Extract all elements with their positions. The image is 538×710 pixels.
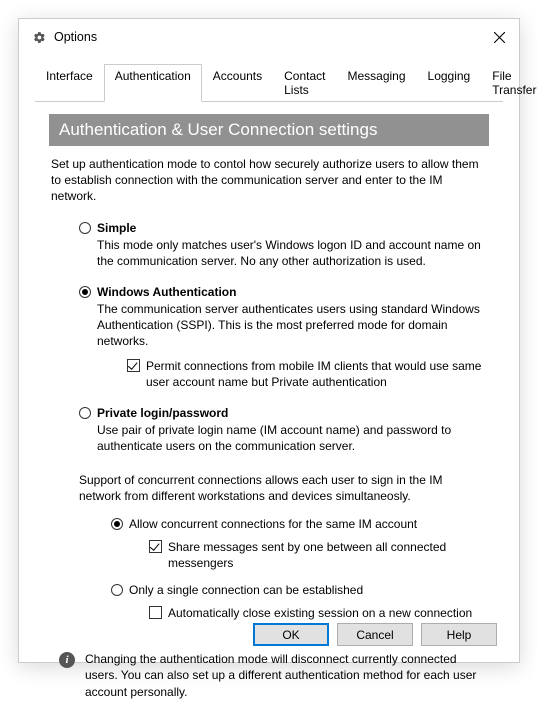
window-title: Options — [54, 30, 489, 44]
checkbox-auto-close-label[interactable]: Automatically close existing session on … — [168, 605, 472, 621]
tab-contact-lists[interactable]: Contact Lists — [273, 64, 336, 102]
radio-private[interactable] — [79, 407, 91, 419]
radio-simple[interactable] — [79, 222, 91, 234]
close-icon — [494, 32, 505, 43]
tab-file-transfer[interactable]: File Transfer — [481, 64, 538, 102]
section-header: Authentication & User Connection setting… — [49, 114, 489, 146]
tab-authentication[interactable]: Authentication — [104, 64, 202, 102]
radio-windows[interactable] — [79, 286, 91, 298]
close-button[interactable] — [489, 27, 509, 47]
info-row: i Changing the authentication mode will … — [59, 651, 487, 700]
tab-logging[interactable]: Logging — [417, 64, 482, 102]
gear-icon — [33, 31, 46, 44]
checkbox-permit-mobile-label[interactable]: Permit connections from mobile IM client… — [146, 358, 489, 390]
checkbox-auto-close[interactable] — [149, 606, 162, 619]
radio-single-connection-label[interactable]: Only a single connection can be establis… — [129, 583, 363, 597]
simple-desc: This mode only matches user's Windows lo… — [97, 237, 489, 269]
tab-messaging[interactable]: Messaging — [336, 64, 416, 102]
radio-single-connection[interactable] — [111, 584, 123, 596]
radio-allow-concurrent[interactable] — [111, 518, 123, 530]
checkbox-share-messages[interactable] — [149, 540, 162, 553]
info-icon: i — [59, 652, 75, 668]
cancel-button[interactable]: Cancel — [337, 623, 413, 646]
options-dialog: Options Interface Authentication Account… — [18, 18, 520, 663]
tab-accounts[interactable]: Accounts — [202, 64, 273, 102]
checkbox-permit-mobile[interactable] — [127, 359, 140, 372]
checkbox-share-messages-label[interactable]: Share messages sent by one between all c… — [168, 539, 489, 571]
titlebar: Options — [19, 19, 519, 57]
ok-button[interactable]: OK — [253, 623, 329, 646]
concurrent-option-allow: Allow concurrent connections for the sam… — [111, 517, 489, 571]
auth-option-private: Private login/password Use pair of priva… — [79, 406, 489, 454]
tab-content: Authentication & User Connection setting… — [19, 102, 519, 710]
auth-option-windows: Windows Authentication The communication… — [79, 285, 489, 390]
radio-allow-concurrent-label[interactable]: Allow concurrent connections for the sam… — [129, 517, 417, 531]
help-button[interactable]: Help — [421, 623, 497, 646]
concurrent-option-single: Only a single connection can be establis… — [111, 583, 489, 621]
private-desc: Use pair of private login name (IM accou… — [97, 422, 489, 454]
button-bar: OK Cancel Help — [253, 623, 497, 646]
windows-desc: The communication server authenticates u… — [97, 301, 489, 350]
intro-text: Set up authentication mode to contol how… — [51, 156, 487, 205]
radio-private-label[interactable]: Private login/password — [97, 406, 228, 420]
radio-windows-label[interactable]: Windows Authentication — [97, 285, 236, 299]
info-text: Changing the authentication mode will di… — [85, 651, 487, 700]
radio-simple-label[interactable]: Simple — [97, 221, 136, 235]
tab-bar: Interface Authentication Accounts Contac… — [35, 63, 503, 102]
auth-option-simple: Simple This mode only matches user's Win… — [79, 221, 489, 269]
tab-interface[interactable]: Interface — [35, 64, 104, 102]
concurrent-intro: Support of concurrent connections allows… — [79, 472, 487, 504]
